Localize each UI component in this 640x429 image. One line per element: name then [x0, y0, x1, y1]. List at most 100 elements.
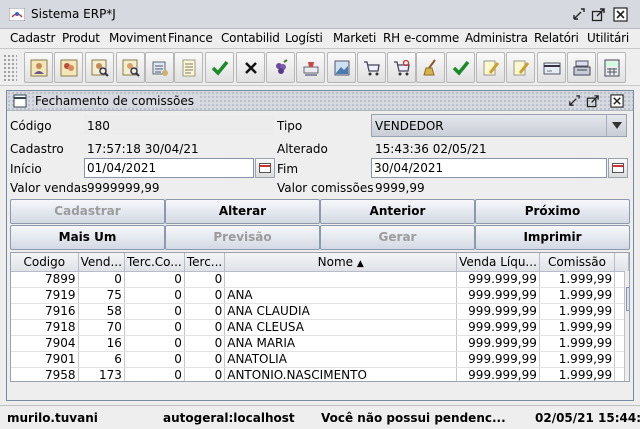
status-message[interactable]: Você não possui pendenc...	[321, 411, 506, 425]
cell-nome	[224, 271, 458, 288]
user-group-icon	[60, 59, 78, 77]
valor-vendas-label: Valor vendas	[10, 181, 88, 195]
minimize-icon[interactable]	[571, 7, 586, 22]
cell-codigo: 7919	[11, 287, 79, 304]
cell-venda-liquida: 999.999,99	[456, 367, 540, 381]
fim-date-field[interactable]: 30/04/2021	[371, 158, 607, 178]
cell-comissao: 1.999,99	[539, 351, 616, 368]
minimize-icon[interactable]	[567, 94, 581, 108]
toolbar-button-search-user[interactable]	[85, 52, 114, 83]
tipo-dropdown-arrow[interactable]	[606, 115, 626, 136]
cell-vendas: 75	[78, 287, 125, 304]
toolbar-button-user[interactable]	[24, 52, 53, 83]
column-header-vendas[interactable]: Vend...	[78, 253, 125, 272]
table-row[interactable]: 7958 173 0 0 ANTONIO.NASCIMENTO 999.999,99 1.9…	[11, 367, 629, 381]
toolbar-button-cart[interactable]	[357, 52, 386, 83]
scrollbar-thumb[interactable]	[626, 287, 629, 311]
calendar-icon	[612, 163, 624, 173]
fim-calendar-button[interactable]	[608, 158, 628, 178]
java-app-icon	[9, 8, 25, 21]
table-row[interactable]: 7919 75 0 0 ANA 999.999,99 1.999,99	[11, 287, 629, 304]
toolbar-button-grapes[interactable]	[266, 52, 295, 83]
column-header-venda-liquida[interactable]: Venda Líqu...	[456, 253, 540, 272]
menu-cadastro[interactable]: Cadastr	[10, 31, 60, 45]
toolbar-button-broom[interactable]	[416, 52, 445, 83]
imprimir-button[interactable]: Imprimir	[475, 225, 630, 250]
table-vertical-scrollbar[interactable]	[624, 271, 629, 381]
menu-contabilidade[interactable]: Contabilid	[221, 31, 283, 45]
menu-produtos[interactable]: Produt	[62, 31, 106, 45]
menu-utilitarios[interactable]: Utilitári	[587, 31, 640, 45]
window-doc-icon	[13, 94, 27, 108]
toolbar-button-cash-register[interactable]	[567, 52, 596, 83]
column-header-codigo[interactable]: Codigo	[11, 253, 79, 272]
toolbar-button-search-person[interactable]	[116, 52, 145, 83]
cell-nome: ANA MARIA	[224, 335, 458, 352]
cell-terc: 0	[184, 287, 226, 304]
gerar-button[interactable]: Gerar	[320, 225, 475, 250]
cell-vendas: 173	[78, 367, 125, 381]
fim-label: Fim	[277, 162, 299, 176]
table-row[interactable]: 7904 16 0 0 ANA MARIA 999.999,99 1.999,99	[11, 335, 629, 352]
cell-nome: ANA	[224, 287, 458, 304]
previsao-button[interactable]: Previsão	[165, 225, 320, 250]
valor-comissoes-value: 9999,99	[375, 181, 425, 195]
column-header-comissao[interactable]: Comissão	[539, 253, 616, 272]
menu-ecommerce[interactable]: e-comme	[404, 31, 462, 45]
codigo-field[interactable]	[84, 115, 274, 135]
cell-terc-co: 0	[124, 303, 185, 320]
table-row[interactable]: 7918 70 0 0 ANA CLEUSA 999.999,99 1.999,99	[11, 319, 629, 336]
maximize-icon[interactable]	[586, 94, 600, 108]
table-row[interactable]: 7899 0 0 0 999.999,99 1.999,99	[11, 271, 629, 288]
cell-terc: 0	[184, 351, 226, 368]
proximo-button[interactable]: Próximo	[475, 199, 630, 224]
toolbar-grip[interactable]	[3, 54, 17, 82]
inicio-date-field[interactable]: 01/04/2021	[84, 158, 254, 178]
cell-terc: 0	[184, 319, 226, 336]
toolbar-button-edit-doc-2[interactable]	[506, 52, 535, 83]
close-icon[interactable]	[610, 94, 624, 108]
maximize-icon[interactable]	[591, 7, 606, 22]
toolbar-button-cart-search[interactable]	[387, 52, 416, 83]
toolbar-button-stamp[interactable]	[296, 52, 325, 83]
toolbar-button-calculator[interactable]	[597, 52, 626, 83]
table-row[interactable]: 7916 58 0 0 ANA CLAUDIA 999.999,99 1.999,99	[11, 303, 629, 320]
cell-terc: 0	[184, 303, 226, 320]
codigo-label: Código	[10, 119, 52, 133]
alterar-button[interactable]: Alterar	[165, 199, 320, 224]
toolbar-button-user-group[interactable]	[54, 52, 83, 83]
cell-nome: ANA CLEUSA	[224, 319, 458, 336]
cell-terc: 0	[184, 271, 226, 288]
mais-um-button[interactable]: Mais Um	[10, 225, 165, 250]
tipo-value: VENDEDOR	[375, 119, 444, 133]
toolbar-button-picture[interactable]	[327, 52, 356, 83]
toolbar-button-document-list[interactable]	[174, 52, 203, 83]
toolbar-button-money[interactable]	[145, 52, 174, 83]
cadastrar-button[interactable]: Cadastrar	[10, 199, 165, 224]
cell-nome: ANTONIO.NASCIMENTO	[224, 367, 458, 381]
commission-window-titlebar[interactable]: Fechamento de comissões	[7, 91, 633, 111]
toolbar-button-edit-doc[interactable]	[476, 52, 505, 83]
table-row[interactable]: 7901 6 0 0 ANATOLIA 999.999,99 1.999,99	[11, 351, 629, 368]
menu-movimento[interactable]: Moviment	[109, 31, 166, 45]
column-header-terc-co[interactable]: Terc.Co...	[124, 253, 185, 272]
toolbar-button-approve[interactable]	[446, 52, 475, 83]
close-icon[interactable]	[613, 7, 628, 22]
menu-marketing[interactable]: Marketi	[333, 31, 379, 45]
menu-bar: Cadastr Produt Moviment Finance Contabil…	[0, 29, 640, 48]
menu-relatorios[interactable]: Relatóri	[534, 31, 584, 45]
anterior-button[interactable]: Anterior	[320, 199, 475, 224]
toolbar-button-confirm[interactable]	[205, 52, 234, 83]
column-header-terc[interactable]: Terc...	[184, 253, 226, 272]
menu-financeiro[interactable]: Finance	[168, 31, 218, 45]
toolbar-button-cancel[interactable]	[236, 52, 265, 83]
toolbar-button-card[interactable]	[537, 52, 566, 83]
status-datetime: 02/05/21 15:44:40	[535, 411, 640, 425]
menu-logistica[interactable]: Logísti	[285, 31, 330, 45]
inicio-calendar-button[interactable]	[255, 158, 275, 178]
tipo-select[interactable]: VENDEDOR	[371, 114, 627, 137]
column-header-nome[interactable]: Nome ▲	[224, 253, 458, 272]
cell-vendas: 0	[78, 271, 125, 288]
menu-rh[interactable]: RH	[383, 31, 401, 45]
menu-administracao[interactable]: Administra	[465, 31, 531, 45]
